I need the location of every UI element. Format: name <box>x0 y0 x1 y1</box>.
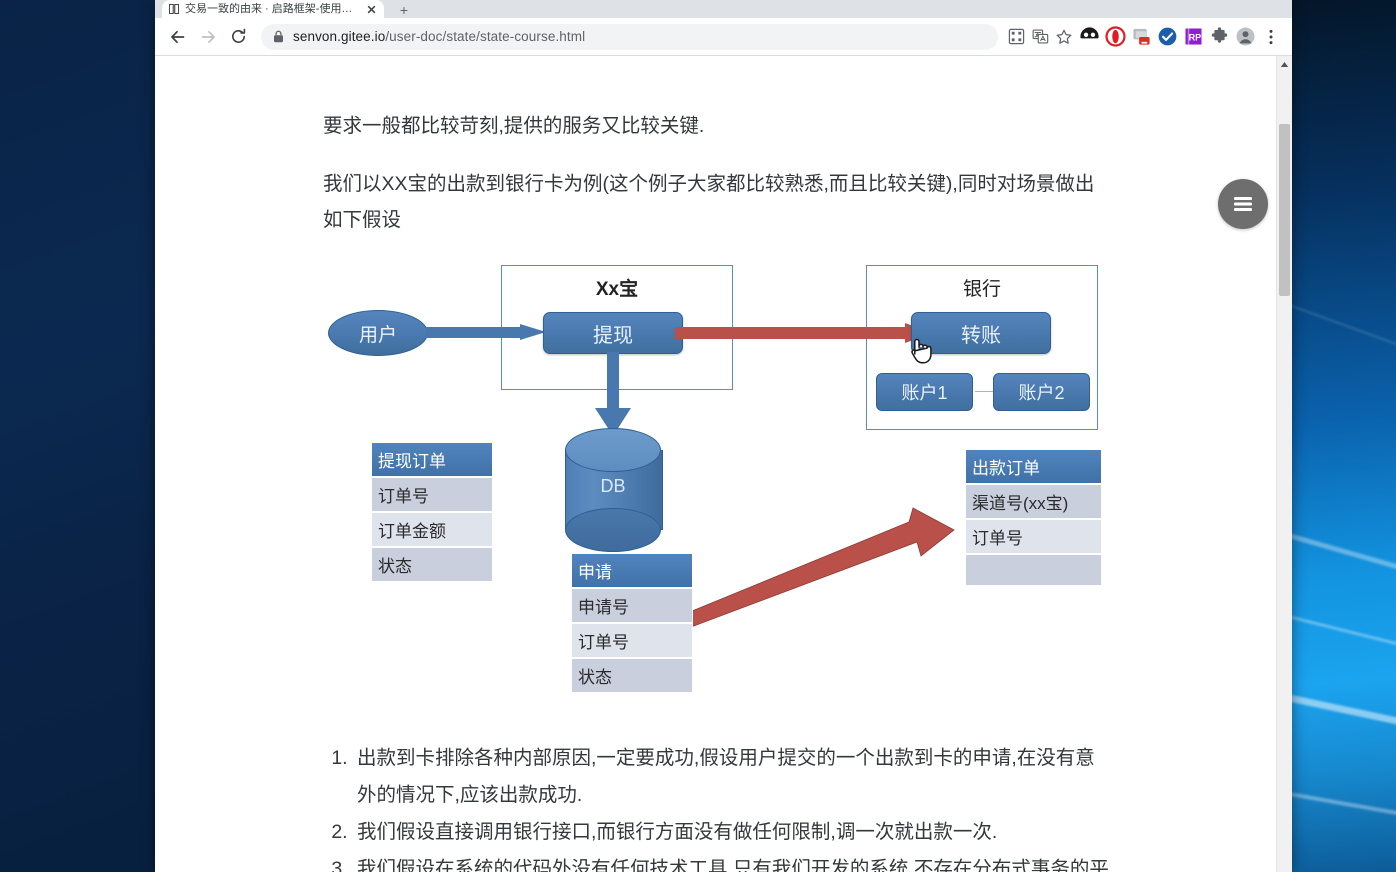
table-row: 渠道号(xx宝) <box>965 484 1102 519</box>
address-bar[interactable]: senvon.gitee.io/user-doc/state/state-cou… <box>261 23 998 50</box>
wallpaper-ray <box>1288 300 1396 357</box>
arrow-application-to-payout <box>674 507 955 631</box>
translate-icon[interactable] <box>1028 24 1052 50</box>
scroll-up-arrow[interactable] <box>1277 56 1292 72</box>
arrow-withdraw-to-db <box>595 352 631 436</box>
payout-order-table: 出款订单 渠道号(xx宝) 订单号 <box>965 449 1102 586</box>
table-header: 出款订单 <box>965 449 1102 484</box>
table-row: 订单号 <box>371 477 493 512</box>
db-node: DB <box>565 428 663 554</box>
tab-title: 交易一致的由来 · 启路框架-使用… <box>185 3 353 15</box>
table-row: 订单金额 <box>371 512 493 547</box>
wallpaper-ray <box>1288 690 1396 739</box>
wallpaper-ray <box>1288 530 1396 585</box>
wallpaper-ray <box>1288 610 1396 659</box>
bank-group-label: 银行 <box>962 279 1001 300</box>
chrome-browser-window: 交易一致的由来 · 启路框架-使用… + senvon.gitee.io/use… <box>155 0 1292 872</box>
paragraph: 我们以XX宝的出款到银行卡为例(这个例子大家都比较熟悉,而且比较关键),同时对场… <box>323 173 1095 231</box>
table-row: 申请号 <box>571 588 693 623</box>
table-header: 提现订单 <box>371 442 493 477</box>
xxbao-group-label: Xx宝 <box>595 279 639 300</box>
lock-icon <box>273 30 284 43</box>
account2-label: 账户2 <box>1018 383 1065 403</box>
architecture-diagram: Xx宝 银行 用户 提现 转账 账户1 账户2 DB 提现订单 订单号 订单金额… <box>323 260 1113 730</box>
wallpaper-right <box>1288 0 1396 872</box>
page-viewport: 要求一般都比较苛刻,提供的服务又比较关键. 我们以XX宝的出款到银行卡为例(这个… <box>155 56 1292 872</box>
user-node-label: 用户 <box>358 324 397 346</box>
forward-button[interactable] <box>193 22 223 52</box>
account1-node: 账户1 <box>876 373 973 411</box>
article-content: 要求一般都比较苛刻,提供的服务又比较关键. 我们以XX宝的出款到银行卡为例(这个… <box>323 56 1113 872</box>
account1-label: 账户1 <box>901 383 948 403</box>
checkmark-extension[interactable] <box>1154 22 1180 52</box>
list-item: 我们假设直接调用银行接口,而银行方面没有做任何限制,调一次就出款一次. <box>353 814 1113 851</box>
dark-reader-extension[interactable] <box>1076 22 1102 52</box>
extensions-puzzle-icon[interactable] <box>1206 22 1232 52</box>
application-table: 申请 申请号 订单号 状态 <box>571 553 693 693</box>
screenshot-extension[interactable] <box>1128 22 1154 52</box>
bookmark-star-icon[interactable] <box>1052 24 1076 50</box>
page-scrollbar[interactable] <box>1276 56 1292 872</box>
opera-vpn-extension[interactable] <box>1102 22 1128 52</box>
table-header: 申请 <box>571 553 693 588</box>
table-row: 订单号 <box>571 623 693 658</box>
wallpaper-left <box>0 0 160 872</box>
user-node: 用户 <box>328 310 428 356</box>
page-body: 要求一般都比较苛刻,提供的服务又比较关键. 我们以XX宝的出款到银行卡为例(这个… <box>155 56 1276 872</box>
back-button[interactable] <box>163 22 193 52</box>
new-tab-button[interactable]: + <box>391 1 417 18</box>
arrow-withdraw-to-transfer <box>675 323 945 343</box>
svg-text:RP: RP <box>1188 32 1201 42</box>
reload-button[interactable] <box>223 22 253 52</box>
paragraph: 要求一般都比较苛刻,提供的服务又比较关键. <box>323 115 705 137</box>
rp-extension[interactable]: RP <box>1180 22 1206 52</box>
transfer-node: 转账 <box>911 312 1051 354</box>
db-node-label: DB <box>600 476 626 496</box>
transfer-node-label: 转账 <box>961 324 1001 347</box>
floating-menu-button[interactable] <box>1218 179 1268 229</box>
account2-node: 账户2 <box>993 373 1090 411</box>
withdraw-node-label: 提现 <box>593 324 633 347</box>
db-cylinder-top <box>565 428 661 472</box>
chrome-menu-icon[interactable] <box>1258 22 1284 52</box>
db-cylinder-bottom <box>565 508 661 552</box>
list-item: 我们假设在系统的代码外没有任何技术工具,只有我们开发的系统.不存在分布式事务的平… <box>353 851 1113 872</box>
close-icon[interactable] <box>365 3 378 16</box>
desktop: 交易一致的由来 · 启路框架-使用… + senvon.gitee.io/use… <box>0 0 1396 872</box>
profile-avatar[interactable] <box>1232 22 1258 52</box>
url-path: /user-doc/state/state-course.html <box>385 29 586 44</box>
table-row: 状态 <box>571 658 693 693</box>
qr-code-icon[interactable] <box>1004 24 1028 50</box>
list-item: 出款到卡排除各种内部原因,一定要成功,假设用户提交的一个出款到卡的申请,在没有意… <box>353 740 1113 814</box>
assumptions-list: 出款到卡排除各种内部原因,一定要成功,假设用户提交的一个出款到卡的申请,在没有意… <box>323 740 1113 872</box>
book-favicon <box>168 3 180 15</box>
table-row <box>965 554 1102 586</box>
url-domain: senvon.gitee.io <box>293 29 386 44</box>
table-row: 订单号 <box>965 519 1102 554</box>
browser-tab[interactable]: 交易一致的由来 · 启路框架-使用… <box>162 0 384 18</box>
table-row: 状态 <box>371 547 493 582</box>
wallpaper-ray <box>1288 790 1396 829</box>
withdraw-node: 提现 <box>543 312 683 354</box>
arrow-user-to-withdraw <box>426 324 546 341</box>
scrollbar-thumb[interactable] <box>1279 124 1290 296</box>
tab-strip: 交易一致的由来 · 启路框架-使用… + <box>155 0 1292 18</box>
withdraw-order-table: 提现订单 订单号 订单金额 状态 <box>371 442 493 582</box>
browser-toolbar: senvon.gitee.io/user-doc/state/state-cou… <box>155 18 1292 56</box>
address-bar-url: senvon.gitee.io/user-doc/state/state-cou… <box>293 29 585 44</box>
